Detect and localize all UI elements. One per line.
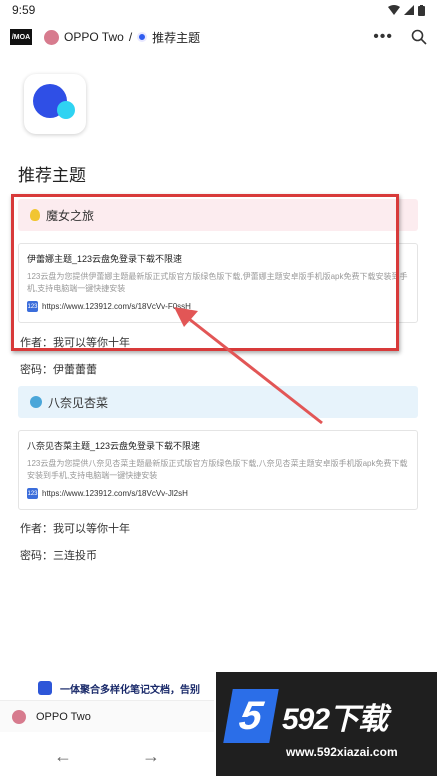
- signal-icon: [404, 5, 414, 15]
- bookmark-2-url-row: 123 https://www.123912.com/s/18VcVv-Jl2s…: [27, 488, 409, 499]
- page-title: 推荐主题: [18, 166, 86, 185]
- page-icon-circle-small: [57, 101, 75, 119]
- workspace-avatar-icon: [12, 709, 26, 724]
- watermark-brand: 592下载: [282, 703, 388, 736]
- topbar-actions: •••: [373, 28, 427, 46]
- top-bar: /MOA OPPO Two / 推荐主题 •••: [0, 20, 437, 54]
- watermark-digit: 5: [223, 689, 279, 743]
- annotation-arrow-icon: [174, 307, 323, 425]
- back-arrow-icon[interactable]: ←: [54, 746, 72, 767]
- breadcrumb: OPPO Two / 推荐主题: [44, 29, 200, 46]
- author-2: 作者：我可以等你十年: [20, 523, 130, 535]
- app-logo[interactable]: /MOA: [10, 29, 32, 45]
- bookmark-2-desc: 123云盘为您提供八奈见杏菜主题最新版正式版官方版绿色版下载,八奈见杏菜主题安卓…: [27, 459, 408, 480]
- anime-face-icon: [30, 396, 42, 408]
- callout-1-text: 魔女之旅: [46, 208, 95, 223]
- password-1: 密码：伊蕾蕾蕾: [20, 364, 97, 376]
- status-icons: [388, 4, 425, 16]
- favicon-123-icon: 123: [27, 488, 38, 499]
- breadcrumb-workspace[interactable]: OPPO Two: [64, 30, 124, 44]
- favicon-123-icon: 123: [27, 301, 38, 312]
- lightbulb-icon: [30, 209, 40, 221]
- promo-banner-text: 一体聚合多样化笔记文档，告别: [60, 684, 200, 696]
- bookmark-card-2[interactable]: 八奈见杏菜主题_123云盘免登录下载不限速 123云盘为您提供八奈见杏菜主题最新…: [18, 430, 418, 510]
- bookmark-1-desc: 123云盘为您提供伊蕾娜主题最新版正式版官方版绿色版下载,伊蕾娜主题安卓版手机版…: [27, 272, 408, 293]
- callout-2-text: 八奈见杏菜: [48, 395, 109, 410]
- author-1: 作者：我可以等你十年: [20, 337, 130, 349]
- bottom-nav: ← →: [0, 736, 214, 776]
- bookmark-2-url[interactable]: https://www.123912.com/s/18VcVv-Jl2sH: [42, 489, 188, 498]
- workspace-tab-label: OPPO Two: [36, 710, 91, 723]
- breadcrumb-separator: /: [128, 30, 133, 44]
- password-2: 密码：三连投币: [20, 550, 97, 562]
- wifi-icon: [388, 5, 400, 15]
- callout-1: 魔女之旅: [18, 199, 418, 231]
- battery-icon: [418, 4, 425, 16]
- watermark-logo: 5 592下载 www.592xiazai.com: [216, 672, 437, 776]
- bookmark-2-title: 八奈见杏菜主题_123云盘免登录下载不限速: [27, 441, 201, 451]
- status-bar: 9:59: [0, 0, 437, 20]
- page-icon[interactable]: [24, 74, 86, 134]
- more-options-icon[interactable]: •••: [373, 28, 393, 46]
- watermark-url: www.592xiazai.com: [286, 745, 398, 759]
- bookmark-1-title: 伊蕾娜主题_123云盘免登录下载不限速: [27, 254, 183, 264]
- bookmark-1-url[interactable]: https://www.123912.com/s/18VcVv-F0ssH: [42, 302, 191, 311]
- note-app-icon: [38, 681, 52, 695]
- workspace-avatar-icon: [44, 29, 59, 45]
- status-time: 9:59: [12, 3, 36, 17]
- workspace-tab[interactable]: OPPO Two: [0, 700, 214, 732]
- page-dot-icon: [137, 32, 148, 42]
- forward-arrow-icon[interactable]: →: [142, 746, 160, 767]
- search-icon[interactable]: [411, 29, 427, 45]
- breadcrumb-page[interactable]: 推荐主题: [152, 29, 200, 46]
